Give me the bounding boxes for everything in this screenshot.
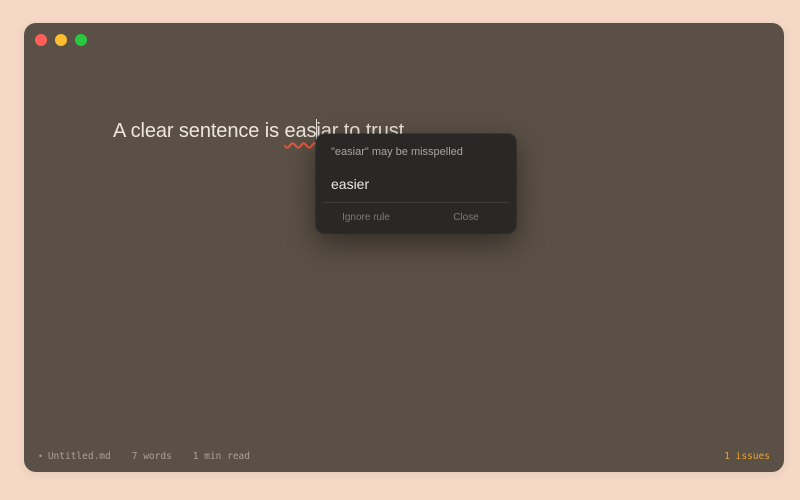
text-before: A clear sentence is	[113, 120, 285, 142]
editor-window: A clear sentence is easiar to trust. "ea…	[24, 23, 784, 472]
close-popover-button[interactable]: Close	[416, 204, 516, 231]
file-indicator: • Untitled.md	[38, 451, 111, 462]
ignore-rule-button[interactable]: Ignore rule	[316, 204, 416, 231]
minimize-window-button[interactable]	[55, 34, 67, 46]
word-count: 7 words	[131, 451, 172, 462]
spellcheck-message: "easiar" may be misspelled	[331, 146, 463, 158]
window-controls	[35, 34, 87, 46]
status-left: • Untitled.md 7 words 1 min read	[38, 451, 250, 462]
spellcheck-popover: "easiar" may be misspelled easier Ignore…	[316, 134, 516, 233]
issues-count[interactable]: 1 issues	[724, 451, 770, 462]
close-window-button[interactable]	[35, 34, 47, 46]
popover-divider	[322, 202, 510, 203]
unsaved-dot-icon: •	[38, 452, 43, 461]
zoom-window-button[interactable]	[75, 34, 87, 46]
suggestion-item[interactable]: easier	[331, 176, 369, 192]
file-name: Untitled.md	[47, 451, 111, 462]
misspelled-word-part-1: eas	[284, 120, 317, 142]
read-time: 1 min read	[192, 451, 250, 462]
popover-actions: Ignore rule Close	[316, 204, 516, 231]
status-bar: • Untitled.md 7 words 1 min read 1 issues	[38, 451, 770, 462]
